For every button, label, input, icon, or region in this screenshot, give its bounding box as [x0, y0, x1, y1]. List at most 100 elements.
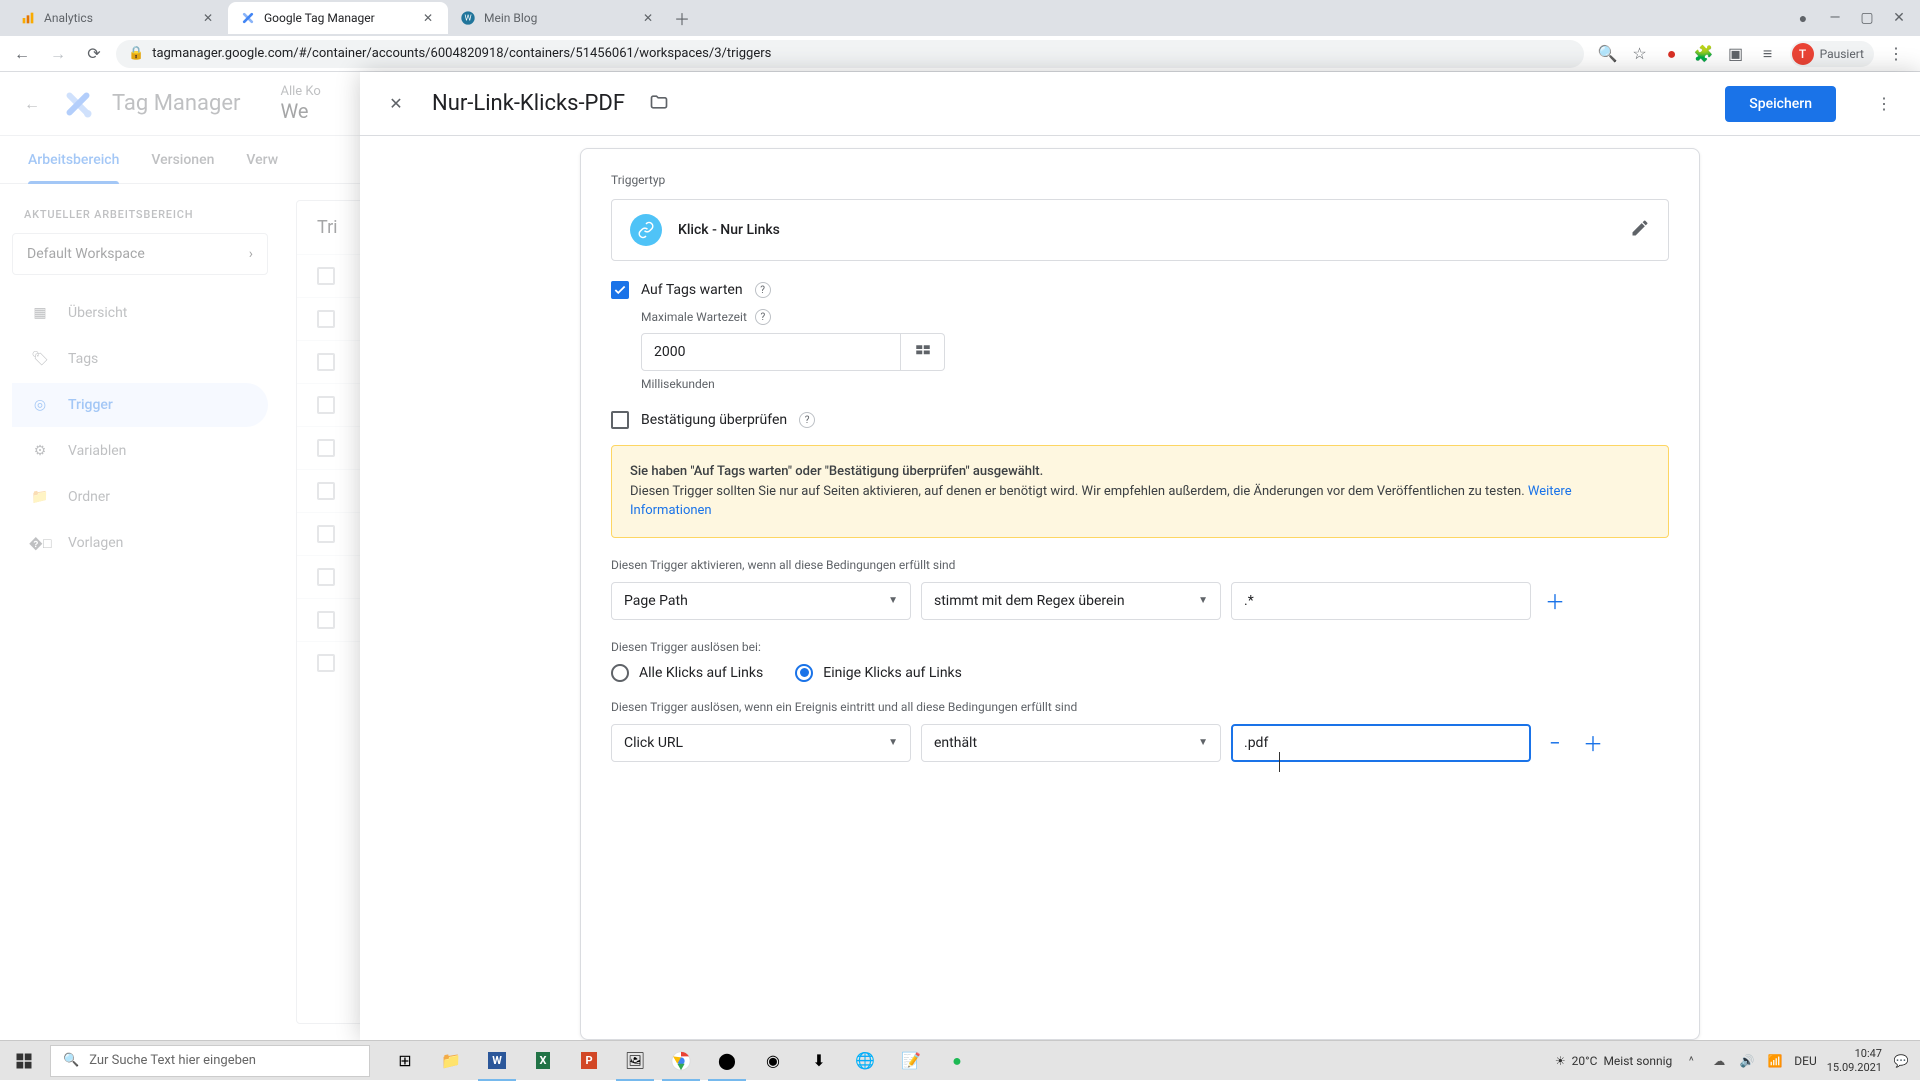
add-condition-button[interactable]: ＋ [1541, 587, 1569, 615]
account-dot-icon[interactable]: ● [1796, 11, 1810, 25]
obs-icon[interactable]: ⬤ [704, 1041, 750, 1081]
wordpress-icon: W [460, 10, 476, 26]
weather-widget[interactable]: ☀ 20°C Meist sonnig [1555, 1054, 1672, 1068]
warning-text: Diesen Trigger sollten Sie nur auf Seite… [630, 484, 1528, 499]
fire-condition-row: Click URL▼ enthält▼ − ＋ [611, 724, 1669, 762]
gtm-app: ← Tag Manager Alle Ko We Arbeitsbereich … [0, 72, 1920, 1040]
fire-variable-select[interactable]: Click URL▼ [611, 724, 911, 762]
tab-analytics[interactable]: Analytics ✕ [8, 2, 228, 34]
save-button[interactable]: Speichern [1725, 86, 1836, 122]
help-icon[interactable]: ? [755, 282, 771, 298]
clock[interactable]: 10:47 15.09.2021 [1827, 1047, 1882, 1073]
tab-title: Analytics [44, 11, 192, 25]
enable-variable-select[interactable]: Page Path▼ [611, 582, 911, 620]
max-wait-input[interactable] [641, 333, 901, 371]
weather-text: Meist sonnig [1603, 1054, 1672, 1068]
avatar-icon: T [1792, 43, 1814, 65]
fire-operator-select[interactable]: enthält▼ [921, 724, 1221, 762]
cast-icon[interactable]: ▣ [1726, 44, 1746, 64]
forward-button[interactable]: → [44, 40, 72, 68]
add-condition-button[interactable]: ＋ [1579, 729, 1607, 757]
tab-title: Google Tag Manager [264, 11, 412, 25]
close-window-icon[interactable]: ✕ [1892, 11, 1906, 25]
menu-icon[interactable]: ⋮ [1886, 44, 1906, 64]
fire-some-option[interactable]: Einige Klicks auf Links [795, 664, 962, 682]
remove-condition-button[interactable]: − [1541, 729, 1569, 757]
streamdeck-icon[interactable]: ◉ [750, 1041, 796, 1081]
chevron-down-icon: ▼ [888, 737, 898, 748]
wifi-icon[interactable]: 📶 [1766, 1052, 1784, 1070]
close-icon[interactable]: ✕ [200, 10, 216, 26]
notifications-icon[interactable]: 💬 [1892, 1052, 1910, 1070]
help-icon[interactable]: ? [755, 309, 771, 325]
fire-on-label: Diesen Trigger auslösen bei: [611, 640, 1669, 654]
start-button[interactable] [0, 1041, 48, 1081]
variable-picker-icon[interactable] [901, 333, 945, 371]
browser-chrome: Analytics ✕ Google Tag Manager ✕ W Mein … [0, 0, 1920, 72]
profile-status: Pausiert [1820, 47, 1864, 61]
fire-on-radio-group: Alle Klicks auf Links Einige Klicks auf … [611, 664, 1669, 682]
trigger-type-selector[interactable]: Klick - Nur Links [611, 199, 1669, 261]
reload-button[interactable]: ⟳ [80, 40, 108, 68]
radio-icon [611, 664, 629, 682]
folder-icon[interactable] [649, 92, 669, 116]
notepad-icon[interactable]: 📝 [888, 1041, 934, 1081]
chevron-up-icon[interactable]: ^ [1682, 1052, 1700, 1070]
back-button[interactable]: ← [8, 40, 36, 68]
downloads-icon[interactable]: ⬇ [796, 1041, 842, 1081]
powerpoint-icon[interactable]: P [566, 1041, 612, 1081]
trigger-name[interactable]: Nur-Link-Klicks-PDF [432, 91, 625, 116]
chrome-icon[interactable] [658, 1041, 704, 1081]
taskbar-search[interactable]: 🔍 Zur Suche Text hier eingeben [50, 1045, 370, 1077]
minimize-icon[interactable]: — [1828, 11, 1842, 25]
wait-for-tags-row: Auf Tags warten ? [611, 281, 1669, 299]
svg-text:W: W [464, 14, 471, 23]
trigger-editor-panel: ✕ Nur-Link-Klicks-PDF Speichern ⋮ Trigge… [360, 72, 1920, 1040]
onedrive-icon[interactable]: ☁ [1710, 1052, 1728, 1070]
fire-all-option[interactable]: Alle Klicks auf Links [611, 664, 763, 682]
volume-icon[interactable]: 🔊 [1738, 1052, 1756, 1070]
photos-icon[interactable]: 🖼 [612, 1041, 658, 1081]
tab-gtm[interactable]: Google Tag Manager ✕ [228, 2, 448, 34]
browser-toolbar: ← → ⟳ 🔒 tagmanager.google.com/#/containe… [0, 36, 1920, 72]
zoom-icon[interactable]: 🔍 [1598, 44, 1618, 64]
excel-icon[interactable]: X [520, 1041, 566, 1081]
tab-blog[interactable]: W Mein Blog ✕ [448, 2, 668, 34]
check-validation-row: Bestätigung überprüfen ? [611, 411, 1669, 429]
help-icon[interactable]: ? [799, 412, 815, 428]
enable-value-input[interactable] [1231, 582, 1531, 620]
warning-bold: Sie haben "Auf Tags warten" oder "Bestät… [630, 464, 1043, 479]
toolbar-icons: 🔍 ☆ ● 🧩 ▣ ≡ T Pausiert ⋮ [1592, 41, 1912, 67]
close-icon[interactable]: ✕ [420, 10, 436, 26]
reading-list-icon[interactable]: ≡ [1758, 44, 1778, 64]
chevron-down-icon: ▼ [1198, 595, 1208, 606]
wait-for-tags-label: Auf Tags warten [641, 282, 743, 298]
extension-adblock-icon[interactable]: ● [1662, 44, 1682, 64]
warning-banner: Sie haben "Auf Tags warten" oder "Bestät… [611, 445, 1669, 538]
profile-chip[interactable]: T Pausiert [1790, 41, 1874, 67]
enable-condition-row: Page Path▼ stimmt mit dem Regex überein▼… [611, 582, 1669, 620]
extensions-icon[interactable]: 🧩 [1694, 44, 1714, 64]
more-icon[interactable]: ⋮ [1872, 92, 1896, 116]
word-icon[interactable]: W [474, 1041, 520, 1081]
new-tab-button[interactable]: ＋ [668, 4, 696, 32]
language-indicator[interactable]: DEU [1794, 1054, 1816, 1068]
task-view-icon[interactable]: ⊞ [382, 1041, 428, 1081]
date: 15.09.2021 [1827, 1061, 1882, 1074]
check-validation-checkbox[interactable] [611, 411, 629, 429]
wait-for-tags-checkbox[interactable] [611, 281, 629, 299]
section-label-triggertype: Triggertyp [611, 173, 1669, 187]
fire-value-input[interactable] [1231, 724, 1531, 762]
maximize-icon[interactable]: ▢ [1860, 11, 1874, 25]
windows-taskbar: 🔍 Zur Suche Text hier eingeben ⊞ 📁 W X P… [0, 1040, 1920, 1080]
close-icon[interactable]: ✕ [384, 92, 408, 116]
file-explorer-icon[interactable]: 📁 [428, 1041, 474, 1081]
address-bar[interactable]: 🔒 tagmanager.google.com/#/container/acco… [116, 40, 1584, 68]
enable-operator-select[interactable]: stimmt mit dem Regex überein▼ [921, 582, 1221, 620]
close-icon[interactable]: ✕ [640, 10, 656, 26]
star-icon[interactable]: ☆ [1630, 44, 1650, 64]
analytics-icon [20, 10, 36, 26]
edge-icon[interactable]: 🌐 [842, 1041, 888, 1081]
edit-icon[interactable] [1630, 218, 1650, 242]
spotify-icon[interactable]: ● [934, 1041, 980, 1081]
